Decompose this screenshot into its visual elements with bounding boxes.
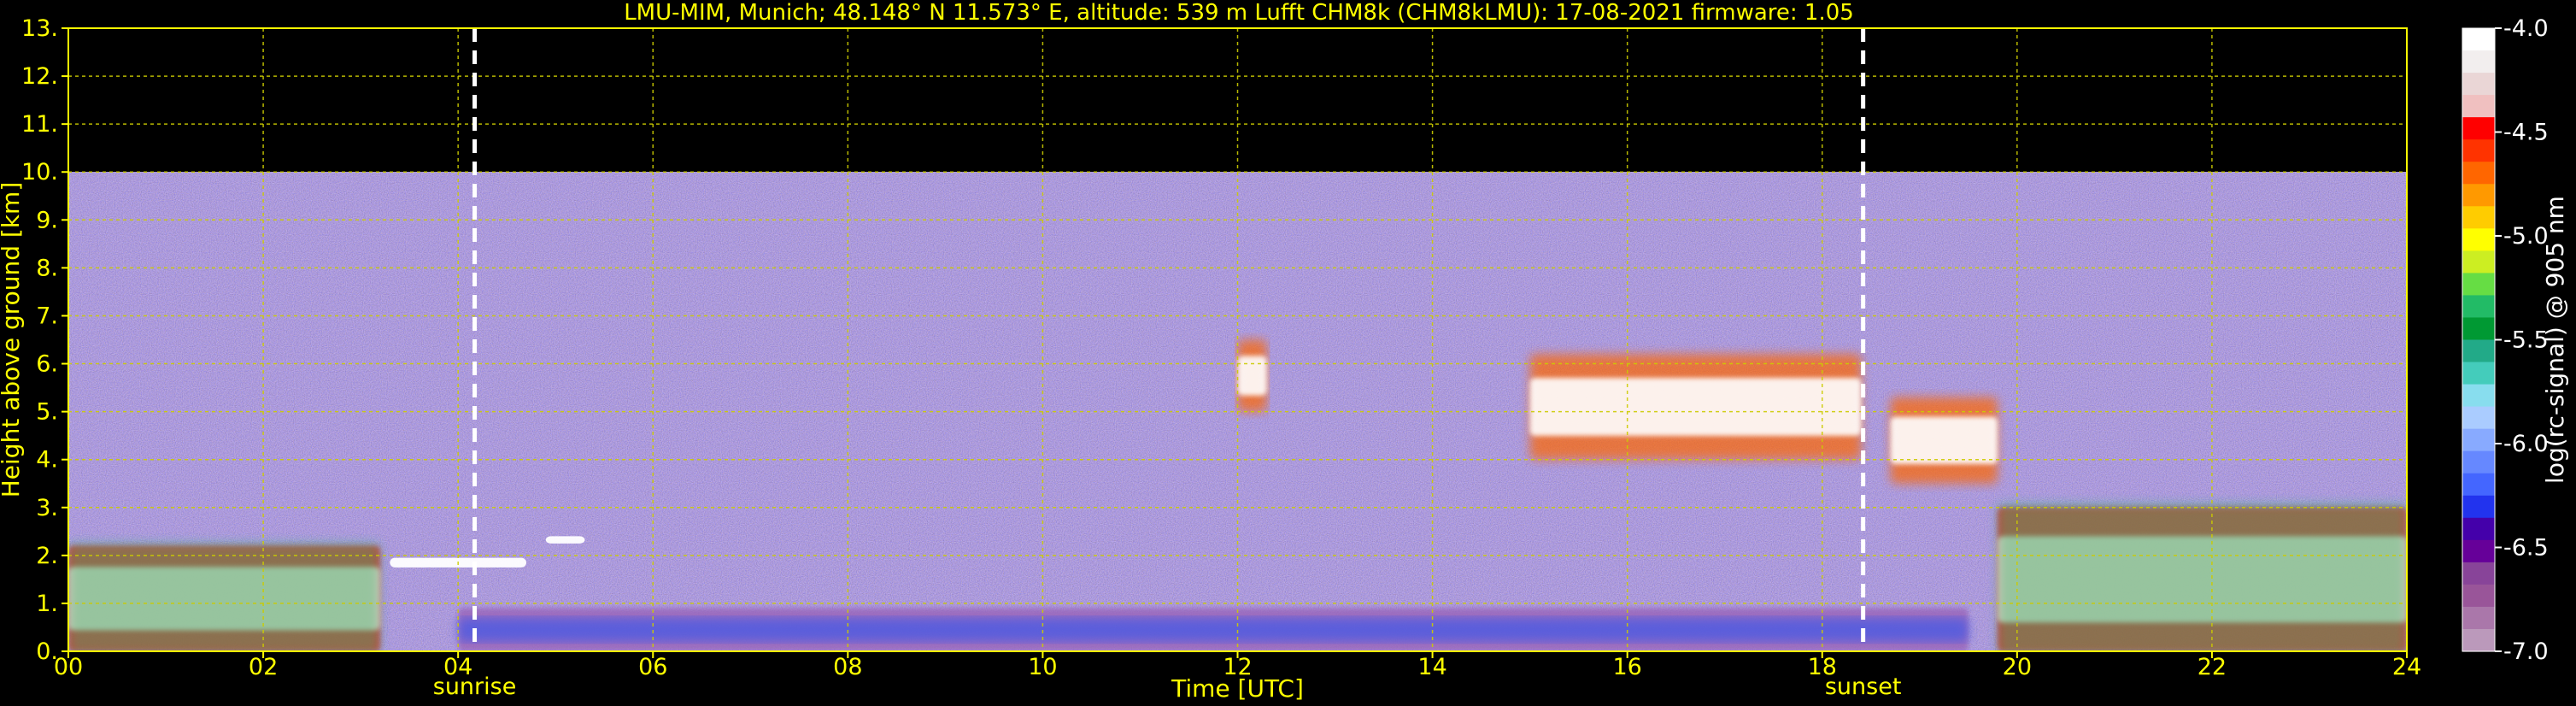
y-tick-label: 9.	[36, 207, 58, 233]
colorbar-swatch	[2462, 50, 2495, 74]
y-tick-label: 10.	[21, 159, 58, 185]
colorbar-swatch	[2462, 628, 2495, 652]
colorbar-swatch	[2462, 250, 2495, 274]
colorbar-swatch	[2462, 184, 2495, 207]
colorbar-swatch	[2462, 450, 2495, 474]
feature-cloud_mid-5-1	[1529, 378, 1862, 436]
x-tick-label: 16	[1612, 654, 1641, 680]
colorbar-swatch	[2462, 384, 2495, 408]
x-tick-label: 22	[2198, 654, 2227, 680]
y-tick-label: 3.	[36, 495, 58, 521]
colorbar-tick-label: -6.5	[2503, 535, 2549, 562]
colorbar-swatch	[2462, 117, 2495, 140]
colorbar-tick-label: -7.0	[2503, 638, 2549, 665]
feature-boundary_layer_aerosol-0-1	[458, 617, 1969, 642]
y-tick-label: 7.	[36, 303, 58, 329]
colorbar-swatch	[2462, 428, 2495, 452]
colorbar-swatch	[2462, 28, 2495, 51]
colorbar-swatch	[2462, 562, 2495, 585]
colorbar-swatch	[2462, 73, 2495, 96]
x-tick-label: 20	[2003, 654, 2032, 680]
x-tick-label: 10	[1028, 654, 1057, 680]
colorbar-swatch	[2462, 295, 2495, 319]
x-tick-label: 24	[2392, 654, 2421, 680]
y-axis-label: Height above ground [km]	[0, 182, 25, 498]
colorbar-label: log(rc-signal) @ 905 nm	[2541, 196, 2569, 484]
colorbar-swatch	[2462, 495, 2495, 519]
colorbar-tick-label: -4.0	[2503, 15, 2549, 42]
feature-cloud_thin_layer-3-0	[545, 536, 585, 544]
colorbar-swatch	[2462, 362, 2495, 385]
colorbar-swatch	[2462, 228, 2495, 251]
y-tick-label: 13.	[21, 15, 58, 42]
colorbar-swatch	[2462, 162, 2495, 185]
x-tick-label: 06	[638, 654, 667, 680]
colorbar-swatch	[2462, 406, 2495, 430]
x-tick-label: 08	[833, 654, 862, 680]
colorbar-swatch	[2462, 539, 2495, 563]
y-tick-label: 5.	[36, 399, 58, 426]
y-tick-label: 12.	[21, 63, 58, 90]
colorbar-swatch	[2462, 584, 2495, 608]
colorbar-tick-label: -4.5	[2503, 120, 2549, 146]
chart-title: LMU-MIM, Munich; 48.148° N 11.573° E, al…	[624, 0, 1854, 26]
feature-cloud_low-7-2	[1998, 503, 2407, 651]
y-tick-label: 0.	[36, 638, 58, 665]
y-tick-label: 1.	[36, 591, 58, 617]
x-tick-label: 18	[1808, 654, 1837, 680]
colorbar-swatch	[2462, 139, 2495, 162]
y-tick-label: 11.	[21, 111, 58, 138]
colorbar-swatch	[2462, 606, 2495, 630]
colorbar-swatch	[2462, 273, 2495, 297]
x-axis-label: Time [UTC]	[1171, 674, 1304, 703]
colorbar-swatch	[2462, 517, 2495, 541]
lidar-chart: LMU-MIM, Munich; 48.148° N 11.573° E, al…	[0, 0, 2576, 706]
y-tick-label: 6.	[36, 351, 58, 378]
feature-cloud_mid-4-1	[1237, 356, 1267, 396]
x-tick-label: 02	[249, 654, 278, 680]
y-tick-label: 8.	[36, 255, 58, 281]
colorbar-swatch	[2462, 317, 2495, 341]
colorbar-swatch	[2462, 339, 2495, 363]
colorbar-swatch	[2462, 95, 2495, 118]
y-tick-label: 2.	[36, 543, 58, 569]
colorbar-swatch	[2462, 206, 2495, 229]
feature-cloud_low-1-2	[68, 543, 380, 651]
feature-cloud_mid-6-1	[1890, 416, 1998, 465]
x-tick-label: 04	[443, 654, 472, 680]
colorbar-swatch	[2462, 473, 2495, 497]
y-tick-label: 4.	[36, 447, 58, 474]
x-tick-label: 14	[1417, 654, 1446, 680]
